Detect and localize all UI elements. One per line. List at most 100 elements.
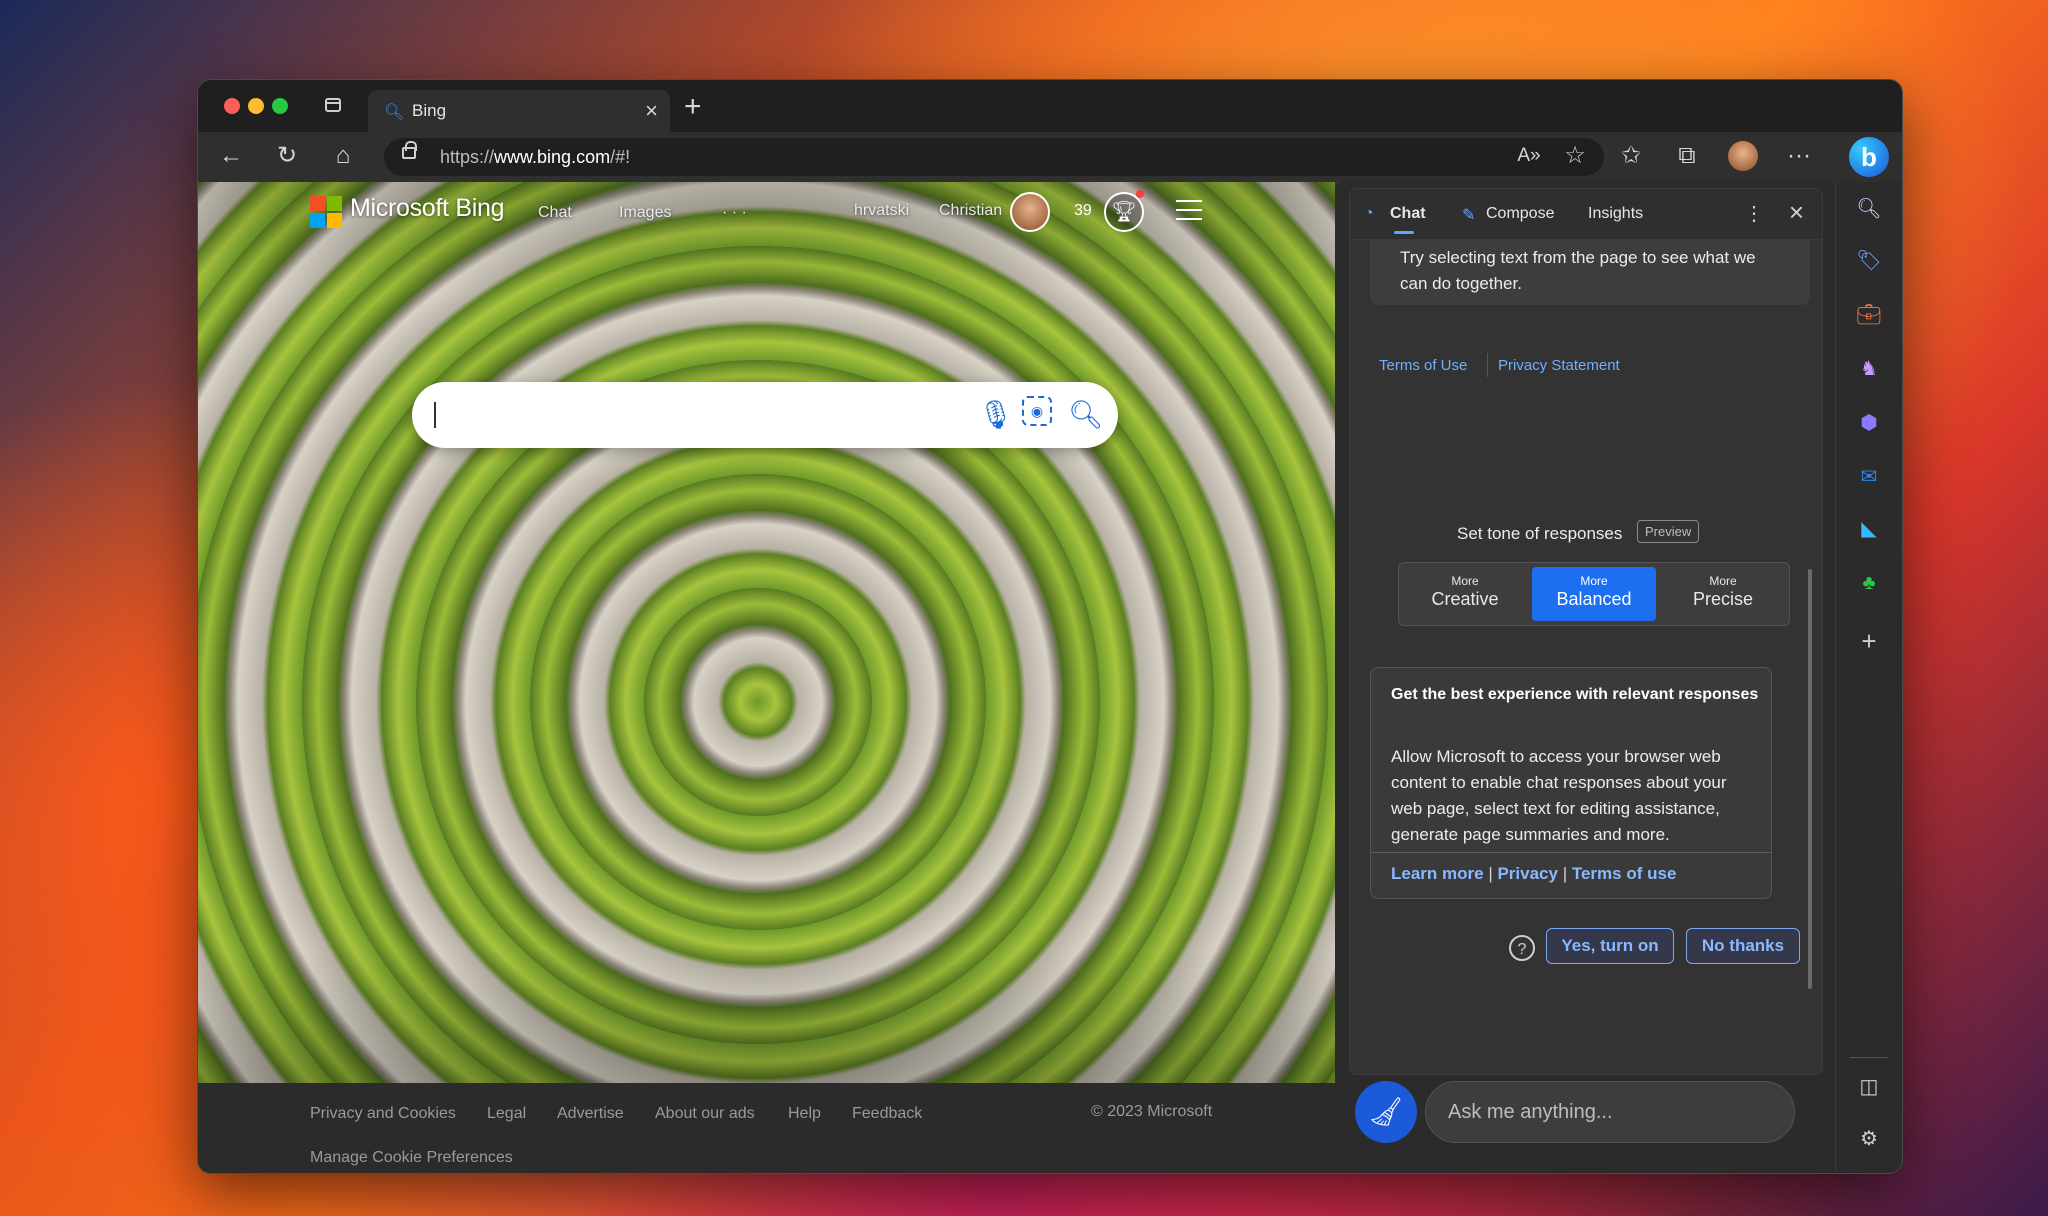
bing-logo-icon: b: [1861, 142, 1877, 172]
settings-gear-icon[interactable]: ⚙: [1856, 1126, 1882, 1152]
permission-card: Get the best experience with relevant re…: [1370, 667, 1772, 899]
rewards-points[interactable]: 39: [1074, 202, 1092, 220]
more-icon[interactable]: ···: [1784, 142, 1814, 170]
privacy-link[interactable]: Privacy: [1497, 864, 1558, 883]
tab-bing[interactable]: 🔍︎ Bing ×: [368, 90, 670, 132]
search-submit-icon[interactable]: 🔍︎: [1068, 398, 1104, 432]
tone-creative-button[interactable]: More Creative: [1403, 567, 1527, 621]
microphone-icon[interactable]: 🎙︎: [978, 398, 1014, 432]
tone-creative-label: Creative: [1431, 589, 1499, 609]
tone-label: Set tone of responses: [1457, 524, 1623, 543]
tone-precise-button[interactable]: More Precise: [1661, 567, 1785, 621]
add-app-icon[interactable]: +: [1856, 628, 1882, 654]
more-options-icon[interactable]: ⋮: [1744, 201, 1764, 226]
footer-link-legal[interactable]: Legal: [487, 1105, 526, 1123]
close-tab-icon[interactable]: ×: [645, 98, 658, 124]
bing-homepage: Microsoft Bing Chat Images · · · hrvatsk…: [198, 182, 1335, 1083]
tone-balanced-button[interactable]: More Balanced: [1532, 567, 1656, 621]
close-window-button[interactable]: [224, 98, 240, 114]
nav-chat[interactable]: Chat: [538, 204, 572, 222]
page-footer: Privacy and Cookies Legal Advertise Abou…: [198, 1083, 1335, 1173]
ask-input[interactable]: Ask me anything...: [1425, 1081, 1795, 1143]
bing-chat-sidebar: ◔ Chat ✎ Compose Insights ⋮ × Try select…: [1339, 182, 1835, 1172]
collections-icon[interactable]: ⧉: [1672, 142, 1702, 170]
favorites-icon[interactable]: ✩: [1616, 142, 1646, 170]
notification-dot: [1136, 190, 1144, 198]
search-icon: 🔍︎: [384, 104, 405, 121]
terms-link[interactable]: Terms of use: [1572, 864, 1677, 883]
toolbar: ← ↻ ⌂ https://www.bing.com/#! A» ☆ ✩ ⧉ ·…: [198, 132, 1902, 183]
microsoft-logo-icon[interactable]: [310, 196, 342, 228]
menu-icon[interactable]: [1176, 200, 1202, 222]
outlook-icon[interactable]: ✉: [1856, 464, 1882, 490]
search-box[interactable]: 🎙︎ ◉ 🔍︎: [412, 382, 1118, 448]
shopping-tag-icon[interactable]: 🏷︎: [1856, 248, 1882, 274]
new-topic-broom-icon[interactable]: 🧹︎: [1355, 1081, 1417, 1143]
link-divider: [1487, 353, 1488, 377]
refresh-icon[interactable]: ↻: [272, 142, 302, 170]
scrollbar[interactable]: [1808, 569, 1812, 989]
no-thanks-button[interactable]: No thanks: [1686, 928, 1800, 964]
tone-precise-prefix: More: [1709, 574, 1737, 588]
sidebar-divider: [1850, 1057, 1888, 1058]
tone-precise-label: Precise: [1692, 589, 1754, 609]
permission-links: Learn more | Privacy | Terms of use: [1391, 864, 1677, 883]
permission-divider: [1371, 852, 1771, 853]
chat-panel: ◔ Chat ✎ Compose Insights ⋮ × Try select…: [1349, 188, 1823, 1075]
drop-icon[interactable]: ◣: [1856, 516, 1882, 542]
add-favorite-icon[interactable]: ☆: [1560, 142, 1590, 170]
footer-link-cookie-preferences[interactable]: Manage Cookie Preferences: [310, 1149, 513, 1167]
tone-selector: More Creative More Balanced More Precise: [1398, 562, 1790, 626]
compose-icon: ✎: [1462, 207, 1476, 224]
maximize-window-button[interactable]: [272, 98, 288, 114]
back-icon[interactable]: ←: [216, 142, 246, 170]
terms-of-use-link[interactable]: Terms of Use: [1379, 357, 1467, 374]
footer-link-help[interactable]: Help: [788, 1105, 821, 1123]
url-text[interactable]: https://www.bing.com/#!: [440, 147, 630, 168]
tab-actions-icon[interactable]: [325, 98, 341, 112]
nav-more[interactable]: · · ·: [722, 204, 747, 222]
new-tab-button[interactable]: +: [684, 90, 702, 124]
footer-link-feedback[interactable]: Feedback: [852, 1105, 922, 1123]
edge-sidebar: 🔍︎ 🏷︎ 💼︎ ♞ ⬢ ✉ ◣ ♣ + ◫ ⚙: [1835, 182, 1902, 1172]
footer-link-about-ads[interactable]: About our ads: [655, 1105, 755, 1123]
permission-title: Get the best experience with relevant re…: [1391, 686, 1759, 703]
bing-chat-button[interactable]: b: [1849, 137, 1889, 177]
tab-compose[interactable]: Compose: [1486, 205, 1554, 223]
active-tab-indicator: [1394, 231, 1414, 234]
tone-balanced-prefix: More: [1580, 574, 1608, 588]
copyright: © 2023 Microsoft: [1091, 1103, 1213, 1120]
profile-avatar[interactable]: [1728, 141, 1758, 171]
preview-badge: Preview: [1637, 520, 1700, 543]
games-icon[interactable]: ♞: [1856, 356, 1882, 382]
tone-balanced-label: Balanced: [1556, 589, 1632, 609]
nav-images[interactable]: Images: [619, 204, 671, 222]
avatar[interactable]: [1010, 192, 1050, 232]
privacy-statement-link[interactable]: Privacy Statement: [1498, 357, 1620, 374]
brand-name[interactable]: Microsoft Bing: [350, 194, 504, 223]
tools-briefcase-icon[interactable]: 💼︎: [1856, 302, 1882, 328]
home-icon[interactable]: ⌂: [328, 142, 358, 170]
trophy-icon[interactable]: 🏆︎: [1104, 192, 1144, 232]
footer-link-privacy[interactable]: Privacy and Cookies: [310, 1105, 456, 1123]
tab-insights[interactable]: Insights: [1588, 205, 1643, 223]
nav-user-name[interactable]: Christian: [939, 202, 1002, 220]
text-caret: [434, 402, 436, 428]
help-icon[interactable]: ?: [1509, 935, 1535, 961]
microsoft-365-icon[interactable]: ⬢: [1856, 410, 1882, 436]
search-icon[interactable]: 🔍︎: [1856, 196, 1882, 222]
learn-more-link[interactable]: Learn more: [1391, 864, 1484, 883]
tab-title: Bing: [412, 101, 447, 120]
minimize-window-button[interactable]: [248, 98, 264, 114]
nav-language[interactable]: hrvatski: [854, 202, 909, 220]
yes-turn-on-button[interactable]: Yes, turn on: [1546, 928, 1674, 964]
hide-sidebar-icon[interactable]: ◫: [1856, 1074, 1882, 1100]
close-panel-icon[interactable]: ×: [1789, 197, 1804, 228]
footer-link-advertise[interactable]: Advertise: [557, 1105, 624, 1123]
read-aloud-icon[interactable]: A»: [1514, 142, 1544, 170]
address-bar[interactable]: https://www.bing.com/#! A» ☆: [384, 138, 1604, 176]
tree-icon[interactable]: ♣: [1856, 570, 1882, 596]
visual-search-icon[interactable]: ◉: [1022, 396, 1052, 426]
tab-chat[interactable]: Chat: [1390, 205, 1426, 223]
lock-icon[interactable]: [402, 141, 417, 159]
